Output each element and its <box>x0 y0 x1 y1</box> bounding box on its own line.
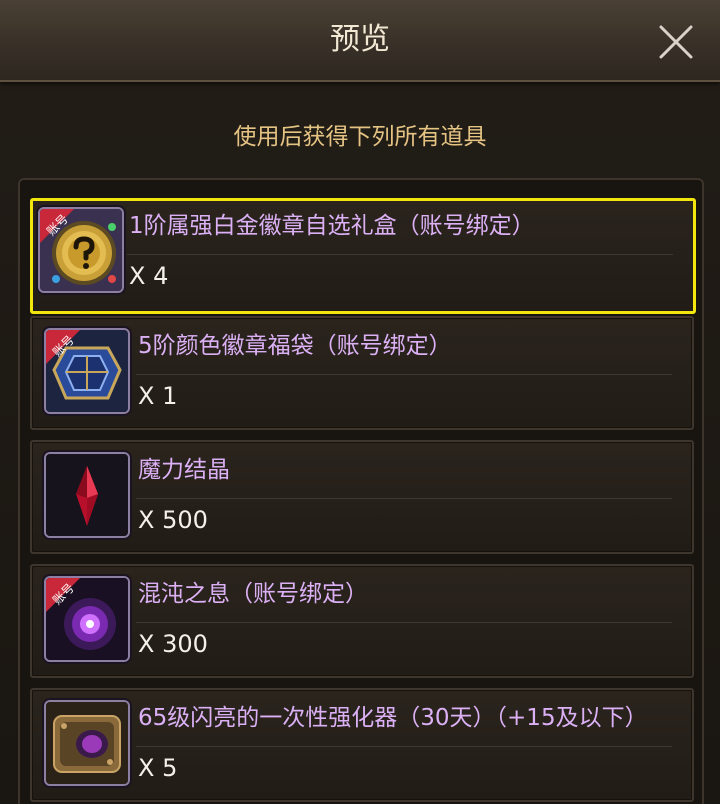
item-icon-frame: 账号 <box>38 207 124 293</box>
item-divider <box>136 374 672 375</box>
list-item[interactable]: 魔力结晶 X 500 <box>30 440 694 554</box>
item-quantity: X 5 <box>138 754 178 782</box>
red-crystal-icon <box>46 454 128 536</box>
item-list: 账号 1阶属强白金徽章自选礼盒（账号绑定） X 4 账号 5阶颜色徽章福袋（账号… <box>18 178 704 804</box>
item-name: 65级闪亮的一次性强化器（30天）（+15及以下） <box>138 705 648 731</box>
item-icon-frame <box>44 452 130 538</box>
item-name: 魔力结晶 <box>138 457 230 483</box>
item-quantity: X 300 <box>138 630 208 658</box>
list-item[interactable]: 65级闪亮的一次性强化器（30天）（+15及以下） X 5 <box>30 688 694 802</box>
item-icon-frame: 账号 <box>44 328 130 414</box>
purple-chaos-orb-icon: 账号 <box>46 578 128 660</box>
gold-question-coin-icon: 账号 <box>40 209 122 291</box>
item-name: 5阶颜色徽章福袋（账号绑定） <box>138 333 452 359</box>
preview-dialog: 预览 使用后获得下列所有道具 账号 1阶属强白金徽章自选礼盒（账号绑定） X 4… <box>0 0 720 804</box>
list-item[interactable]: 账号 混沌之息（账号绑定） X 300 <box>30 564 694 678</box>
item-name: 1阶属强白金徽章自选礼盒（账号绑定） <box>129 213 535 239</box>
enhancer-device-icon <box>46 702 128 784</box>
item-quantity: X 1 <box>138 382 178 410</box>
dialog-header: 预览 <box>0 0 720 82</box>
blue-badge-bag-icon: 账号 <box>46 330 128 412</box>
close-icon <box>659 25 693 59</box>
item-divider <box>127 254 673 255</box>
list-item[interactable]: 账号 5阶颜色徽章福袋（账号绑定） X 1 <box>30 316 694 430</box>
item-icon-frame: 账号 <box>44 576 130 662</box>
list-item[interactable]: 账号 1阶属强白金徽章自选礼盒（账号绑定） X 4 <box>30 198 696 314</box>
item-quantity: X 4 <box>129 262 169 290</box>
item-divider <box>136 498 672 499</box>
dialog-title: 预览 <box>330 22 390 57</box>
item-divider <box>136 746 672 747</box>
item-quantity: X 500 <box>138 506 208 534</box>
close-button[interactable] <box>656 22 696 62</box>
item-divider <box>136 622 672 623</box>
item-icon-frame <box>44 700 130 786</box>
item-name: 混沌之息（账号绑定） <box>138 581 368 607</box>
dialog-subtitle: 使用后获得下列所有道具 <box>233 124 487 150</box>
